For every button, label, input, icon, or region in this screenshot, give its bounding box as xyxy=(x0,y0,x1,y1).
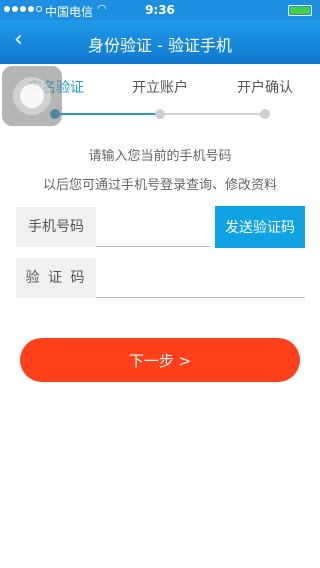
hint-line-2: 以后您可通过手机号登录查询、修改资料 xyxy=(42,178,277,193)
step-label-confirm: 开户确认 xyxy=(237,80,293,96)
battery-icon xyxy=(288,5,312,16)
assistive-touch-button[interactable] xyxy=(2,66,62,126)
step-label-open-account: 开立账户 xyxy=(132,80,188,96)
status-time: 9:36 xyxy=(145,3,175,17)
status-bar: 中国电信 ◠ 9:36 xyxy=(0,0,320,20)
step-dot-open-account xyxy=(155,109,165,119)
page-title: 身份验证 - 验证手机 xyxy=(88,36,232,55)
verification-code-input[interactable] xyxy=(96,258,305,298)
code-field-label: 验 证 码 xyxy=(16,258,96,298)
next-step-button[interactable]: 下一步 > xyxy=(20,338,300,382)
phone-field-label: 手机号码 xyxy=(16,207,96,247)
step-connector-active xyxy=(60,113,160,115)
send-code-button[interactable]: 发送验证码 xyxy=(215,206,305,248)
step-connector xyxy=(160,113,265,115)
navigation-bar: ‹ 身份验证 - 验证手机 xyxy=(0,20,320,64)
phone-input[interactable] xyxy=(96,207,210,247)
hint-line-1: 请输入您当前的手机号码 xyxy=(88,149,232,164)
step-dot-confirm xyxy=(260,109,270,119)
